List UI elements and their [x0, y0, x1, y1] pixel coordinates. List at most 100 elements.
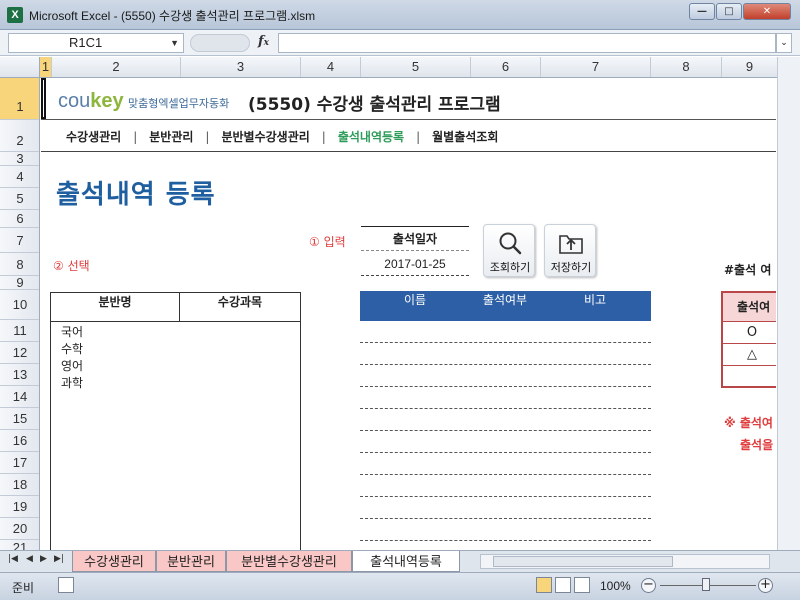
- nav-item-class-students[interactable]: 분반별수강생관리: [221, 130, 309, 144]
- column-header[interactable]: 2: [52, 57, 181, 77]
- next-sheet-icon[interactable]: ▶: [40, 554, 47, 564]
- table-row[interactable]: [360, 474, 651, 475]
- row-header[interactable]: 5: [0, 188, 39, 210]
- column-header[interactable]: 4: [301, 57, 361, 77]
- status-bar: 준비 100% − +: [0, 572, 800, 600]
- date-input[interactable]: 2017-01-25: [361, 252, 469, 276]
- row-header[interactable]: 19: [0, 496, 39, 518]
- column-header[interactable]: 6: [471, 57, 541, 77]
- sheet-tab-attendance-entry[interactable]: 출석내역등록: [352, 551, 460, 572]
- select-all-corner[interactable]: [0, 57, 40, 77]
- logo-subtitle: 맞춤형엑셀업무자동화: [128, 97, 230, 110]
- step-input-label: ① 입력: [309, 235, 346, 249]
- row-header[interactable]: 7: [0, 228, 39, 253]
- table-row[interactable]: [360, 518, 651, 519]
- row-header[interactable]: 12: [0, 342, 39, 364]
- chevron-down-icon[interactable]: ▼: [170, 34, 179, 52]
- row-header[interactable]: 6: [0, 210, 39, 228]
- save-button-label: 저장하기: [550, 261, 592, 274]
- nav-item-students[interactable]: 수강생관리: [66, 130, 121, 144]
- insert-function-icon[interactable]: fx: [258, 34, 269, 49]
- divider: [41, 151, 776, 152]
- table-row[interactable]: [360, 452, 651, 453]
- page-break-view-icon[interactable]: [574, 577, 590, 593]
- nav-item-classes[interactable]: 분반관리: [149, 130, 193, 144]
- list-item[interactable]: 영어: [61, 358, 83, 375]
- table-row[interactable]: [360, 430, 651, 431]
- column-header[interactable]: 3: [181, 57, 301, 77]
- legend-row: O: [723, 322, 776, 344]
- row-header[interactable]: 8: [0, 253, 39, 276]
- column-header[interactable]: 1: [40, 57, 52, 77]
- horizontal-scrollbar[interactable]: [480, 554, 770, 569]
- row-header[interactable]: 21: [0, 540, 39, 550]
- formula-bar-resize-handle[interactable]: [190, 34, 250, 52]
- nav-item-attendance-entry[interactable]: 출석내역등록: [338, 130, 404, 144]
- row-header[interactable]: 17: [0, 452, 39, 474]
- sheet-tab-bar: |◀ ◀ ▶ ▶| 수강생관리 분반관리 분반별수강생관리 출석내역등록: [0, 550, 800, 572]
- sheet-tab-classes[interactable]: 분반관리: [156, 551, 226, 572]
- table-row[interactable]: [360, 342, 651, 343]
- nav-separator: |: [205, 130, 210, 144]
- list-item[interactable]: 과학: [61, 375, 83, 392]
- row-header[interactable]: 20: [0, 518, 39, 540]
- row-header[interactable]: 9: [0, 276, 39, 290]
- worksheet[interactable]: coukey 맞춤형엑셀업무자동화 (5550) 수강생 출석관리 프로그램 수…: [41, 78, 776, 550]
- table-row[interactable]: [360, 386, 651, 387]
- sheet-tab-students[interactable]: 수강생관리: [72, 551, 156, 572]
- logo: coukey: [58, 90, 124, 112]
- warning-text: 출석을: [740, 438, 774, 452]
- class-table-header: 분반명 수강과목: [51, 293, 300, 322]
- macro-record-icon[interactable]: [58, 577, 74, 593]
- row-headers: 1 2 3 4 5 6 7 8 9 10 11 12 13 14 15 16 1…: [0, 78, 40, 550]
- list-item[interactable]: 수학: [61, 341, 83, 358]
- zoom-level[interactable]: 100%: [600, 579, 631, 593]
- sheet-tab-class-students[interactable]: 분반별수강생관리: [226, 551, 352, 572]
- column-header[interactable]: 8: [651, 57, 722, 77]
- column-header-attendance: 출석여부: [482, 293, 528, 307]
- formula-input[interactable]: [278, 33, 776, 53]
- zoom-in-icon[interactable]: +: [758, 578, 773, 593]
- excel-icon: X: [7, 7, 23, 23]
- list-item[interactable]: 국어: [61, 324, 83, 341]
- zoom-out-icon[interactable]: −: [641, 578, 656, 593]
- row-header[interactable]: 14: [0, 386, 39, 408]
- row-header[interactable]: 1: [0, 78, 39, 120]
- row-header[interactable]: 13: [0, 364, 39, 386]
- row-header[interactable]: 3: [0, 152, 39, 166]
- column-header[interactable]: 7: [541, 57, 651, 77]
- vertical-scrollbar[interactable]: [777, 57, 800, 550]
- column-header[interactable]: 5: [361, 57, 471, 77]
- name-box[interactable]: R1C1 ▼: [8, 33, 184, 53]
- table-row[interactable]: [360, 496, 651, 497]
- chevron-down-icon[interactable]: ⌄: [776, 33, 792, 53]
- first-sheet-icon[interactable]: |◀: [8, 554, 18, 564]
- zoom-slider-thumb[interactable]: [702, 578, 710, 591]
- page-layout-view-icon[interactable]: [555, 577, 571, 593]
- maximize-icon[interactable]: □: [716, 3, 742, 20]
- nav-item-monthly-attendance[interactable]: 월별출석조회: [432, 130, 498, 144]
- scrollbar-thumb[interactable]: [493, 556, 673, 567]
- save-button[interactable]: 저장하기: [544, 224, 596, 277]
- active-cell[interactable]: [41, 78, 46, 119]
- column-header[interactable]: 9: [722, 57, 778, 77]
- table-row[interactable]: [360, 408, 651, 409]
- normal-view-icon[interactable]: [536, 577, 552, 593]
- row-header[interactable]: 2: [0, 120, 39, 152]
- folder-upload-icon: [559, 235, 583, 254]
- minimize-icon[interactable]: —: [689, 3, 715, 20]
- row-header[interactable]: 16: [0, 430, 39, 452]
- row-header[interactable]: 11: [0, 320, 39, 342]
- row-header[interactable]: 10: [0, 290, 39, 320]
- legend-note: #출석 여: [724, 263, 772, 277]
- close-icon[interactable]: ✕: [743, 3, 791, 20]
- prev-sheet-icon[interactable]: ◀: [26, 554, 33, 564]
- row-header[interactable]: 4: [0, 166, 39, 188]
- search-button[interactable]: 조회하기: [483, 224, 535, 277]
- formula-bar: R1C1 ▼ fx ⌄: [0, 30, 800, 56]
- row-header[interactable]: 18: [0, 474, 39, 496]
- table-row[interactable]: [360, 540, 651, 541]
- row-header[interactable]: 15: [0, 408, 39, 430]
- last-sheet-icon[interactable]: ▶|: [54, 554, 64, 564]
- table-row[interactable]: [360, 364, 651, 365]
